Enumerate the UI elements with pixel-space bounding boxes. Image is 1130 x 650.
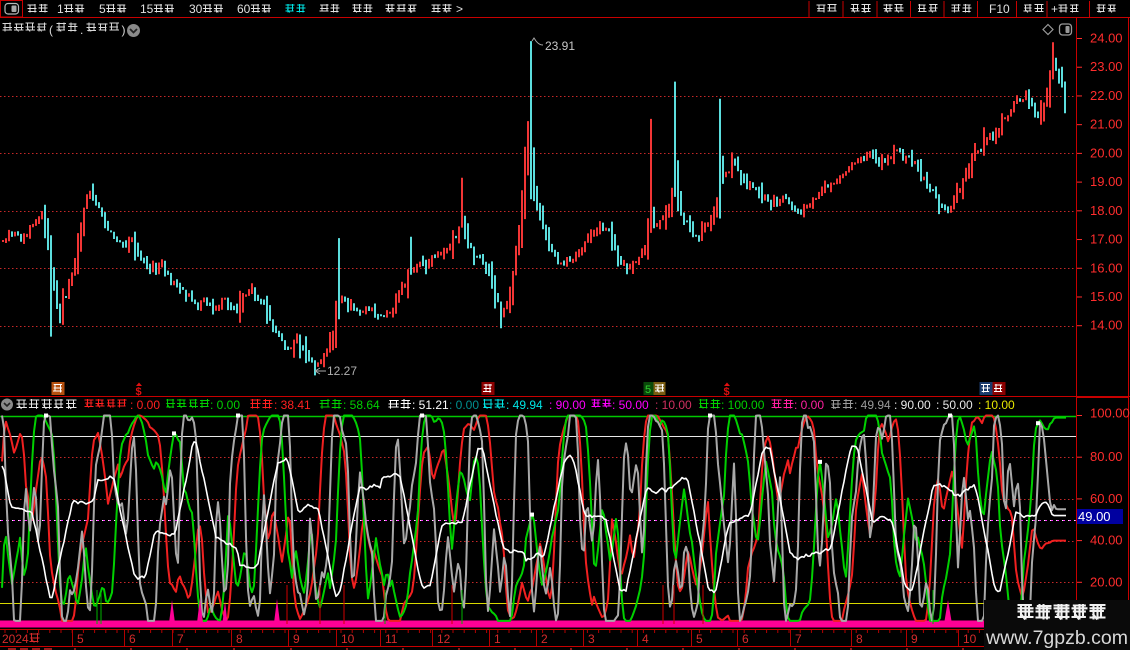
svg-text:6: 6 [129,632,136,646]
svg-text:: 0.00: : 0.00 [449,398,479,412]
svg-text:2: 2 [541,632,548,646]
svg-text:3: 3 [588,632,595,646]
svg-text:: 100.00: : 100.00 [721,398,765,412]
svg-text:20.00: 20.00 [1090,145,1123,160]
svg-text:20.00: 20.00 [1090,574,1123,589]
svg-text:60: 60 [237,2,251,16]
svg-text:: 51.21: : 51.21 [412,398,449,412]
svg-text:23.00: 23.00 [1090,59,1123,74]
svg-text:2024: 2024 [2,632,29,646]
svg-text:80.00: 80.00 [1090,449,1123,464]
svg-text:5: 5 [99,2,106,16]
svg-text:30: 30 [189,2,203,16]
svg-text:11: 11 [385,632,398,646]
svg-text:60.00: 60.00 [1090,491,1123,506]
svg-text:: 90.00: : 90.00 [894,398,931,412]
svg-text:5: 5 [77,632,84,646]
svg-text:4: 4 [642,632,649,646]
svg-text:: 50.00: : 50.00 [612,398,649,412]
svg-text:14.00: 14.00 [1090,318,1123,333]
svg-text:(: ( [49,23,53,37]
svg-text:22.00: 22.00 [1090,88,1123,103]
svg-text:24.00: 24.00 [1090,31,1123,46]
svg-text:: 90.00: : 90.00 [549,398,586,412]
svg-text:): ) [122,23,126,37]
svg-text:>: > [456,2,463,16]
svg-text:19.00: 19.00 [1090,174,1123,189]
svg-text:15: 15 [140,2,154,16]
svg-text:18.00: 18.00 [1090,203,1123,218]
svg-text:12: 12 [437,632,451,646]
svg-text:23.91: 23.91 [545,39,575,53]
svg-text:40.00: 40.00 [1090,533,1123,548]
svg-text:9: 9 [293,632,300,646]
svg-text:10: 10 [963,632,977,646]
svg-text:www.7gpzb.com: www.7gpzb.com [985,627,1128,649]
svg-text:8: 8 [856,632,863,646]
svg-text:: 38.41: : 38.41 [274,398,311,412]
svg-text:16.00: 16.00 [1090,260,1123,275]
svg-text:F10: F10 [989,2,1010,16]
svg-text:: 49.94: : 49.94 [506,398,543,412]
svg-text:1: 1 [57,2,64,16]
svg-text:7: 7 [177,632,184,646]
svg-text:: 49.94: : 49.94 [854,398,891,412]
svg-text:+: + [1051,2,1058,16]
svg-text:21.00: 21.00 [1090,117,1123,132]
svg-text:49.00: 49.00 [1078,509,1111,524]
svg-text:: 58.64: : 58.64 [343,398,380,412]
svg-text:5: 5 [696,632,703,646]
svg-text:: 0.00: : 0.00 [210,398,240,412]
svg-text:1: 1 [494,632,501,646]
svg-text:: 50.00: : 50.00 [936,398,973,412]
svg-text:7: 7 [795,632,802,646]
svg-text:15.00: 15.00 [1090,289,1123,304]
svg-text:: 10.00: : 10.00 [978,398,1015,412]
svg-text:: 0.00: : 0.00 [794,398,824,412]
svg-text:9: 9 [911,632,918,646]
svg-text:5: 5 [645,384,651,396]
svg-text:10: 10 [341,632,355,646]
svg-text:8: 8 [236,632,243,646]
svg-text:: 10.00: : 10.00 [655,398,692,412]
svg-text:: 0.00: : 0.00 [130,398,160,412]
svg-text:6: 6 [742,632,749,646]
svg-text:17.00: 17.00 [1090,232,1123,247]
svg-text:12.27: 12.27 [327,364,357,378]
svg-text:100.00: 100.00 [1090,406,1130,421]
svg-text:.: . [80,23,83,37]
